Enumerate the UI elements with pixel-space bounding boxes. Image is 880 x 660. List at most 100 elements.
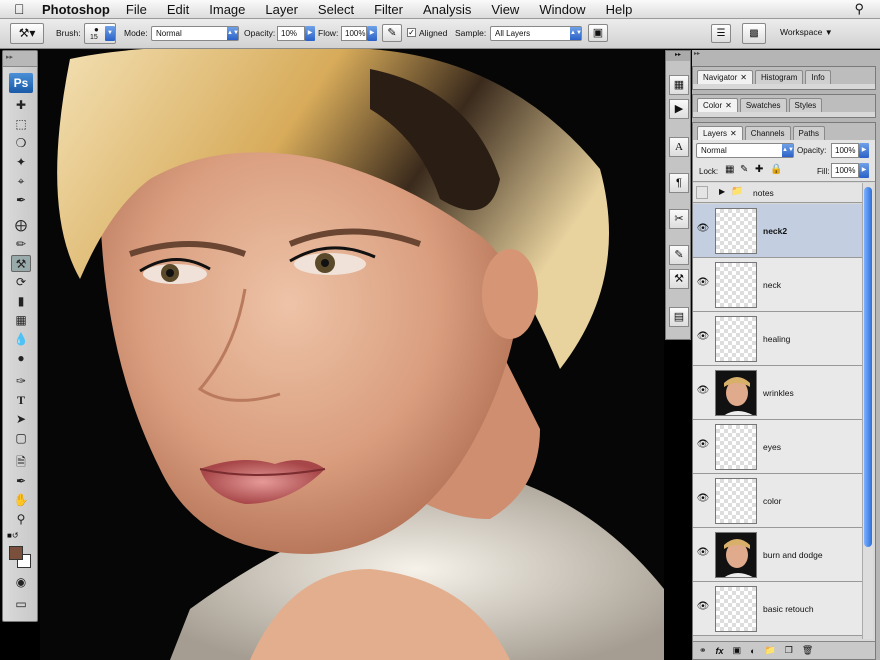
eyedropper-sampler-tool-icon[interactable]: ✒	[11, 473, 31, 490]
close-icon[interactable]: ✕	[725, 101, 732, 110]
airbrush-toggle-icon[interactable]: ✎	[382, 24, 402, 42]
eye-icon[interactable]: 👁	[696, 277, 710, 291]
menu-window[interactable]: Window	[539, 2, 585, 17]
layer-row-eyes[interactable]: 👁 eyes	[693, 420, 863, 474]
tab-navigator[interactable]: Navigator ✕	[697, 70, 753, 84]
menu-analysis[interactable]: Analysis	[423, 2, 471, 17]
tab-histogram[interactable]: Histogram	[754, 70, 804, 84]
lock-transparent-icon[interactable]: ▦	[725, 164, 734, 175]
sample-select[interactable]: All Layers ▲▼	[490, 26, 582, 41]
fill-arrow[interactable]: ▶	[859, 163, 869, 178]
opacity-input[interactable]: 10%	[277, 26, 305, 41]
eye-icon[interactable]: 👁	[696, 547, 710, 561]
layer-mask-icon[interactable]: ▣	[733, 645, 742, 656]
new-group-icon[interactable]: 📁	[765, 645, 776, 656]
layer-row-healing[interactable]: 👁 healing	[693, 312, 863, 366]
adjustment-layer-icon[interactable]: ◐	[750, 646, 755, 656]
menu-help[interactable]: Help	[606, 2, 633, 17]
dock-grip[interactable]: ▸▸	[666, 51, 690, 61]
brush-tool-icon[interactable]: ✏	[11, 236, 31, 253]
character-panel-icon[interactable]: A	[669, 137, 689, 157]
lock-position-icon[interactable]: ✚	[755, 164, 763, 175]
path-selection-tool-icon[interactable]: ➤	[11, 411, 31, 428]
pen-tool-icon[interactable]: ✑	[11, 373, 31, 390]
marquee-tool-icon[interactable]: ⬚	[11, 116, 31, 133]
eye-icon[interactable]: 👁	[696, 385, 710, 399]
tab-paths[interactable]: Paths	[792, 126, 825, 140]
layer-comps-icon[interactable]: ▤	[669, 307, 689, 327]
layer-row-basic-retouch[interactable]: 👁 basic retouch	[693, 582, 863, 636]
default-colors-icon[interactable]: ■↺	[7, 531, 19, 540]
lock-all-icon[interactable]: 🔒	[770, 164, 782, 175]
aligned-checkbox[interactable]: ✓	[407, 28, 416, 37]
tab-layers[interactable]: Layers ✕	[697, 126, 743, 140]
visibility-toggle[interactable]	[696, 186, 708, 199]
notes-tool-icon[interactable]: 🗎	[11, 454, 31, 471]
paragraph-panel-icon[interactable]: ¶	[669, 173, 689, 193]
hand-tool-icon[interactable]: ✋	[11, 492, 31, 509]
ignore-adjustment-layers-icon[interactable]: ▣	[588, 24, 608, 42]
actions-panel-icon[interactable]: ▶	[669, 99, 689, 119]
workspace-button[interactable]: Workspace ▼	[780, 27, 833, 37]
tool-presets-icon[interactable]: ✂	[669, 209, 689, 229]
history-brush-tool-icon[interactable]: ⟳	[11, 274, 31, 291]
menu-layer[interactable]: Layer	[265, 2, 298, 17]
history-panel-icon[interactable]: ▦	[669, 75, 689, 95]
menu-file[interactable]: File	[126, 2, 147, 17]
eye-icon[interactable]: 👁	[696, 223, 710, 237]
menu-image[interactable]: Image	[209, 2, 245, 17]
eye-icon[interactable]: 👁	[696, 601, 710, 615]
menu-filter[interactable]: Filter	[374, 2, 403, 17]
eye-icon[interactable]: 👁	[696, 439, 710, 453]
flow-input[interactable]: 100%	[341, 26, 367, 41]
scrollbar-thumb[interactable]	[864, 187, 872, 547]
dodge-tool-icon[interactable]: ●	[11, 350, 31, 367]
opacity-slider-arrow[interactable]: ▶	[305, 26, 315, 41]
clone-source-panel-icon[interactable]: ⚒	[669, 269, 689, 289]
layer-opacity-input[interactable]: 100%	[831, 143, 859, 158]
close-icon[interactable]: ✕	[740, 73, 747, 82]
ps-logo[interactable]: Ps	[9, 73, 33, 93]
menu-select[interactable]: Select	[318, 2, 354, 17]
layer-group-row[interactable]: ▶ 📁 notes	[693, 183, 863, 203]
zoom-tool-icon[interactable]: ⚲	[11, 511, 31, 528]
menu-view[interactable]: View	[491, 2, 519, 17]
quick-mask-icon[interactable]: ◉	[11, 574, 31, 591]
magic-wand-tool-icon[interactable]: ✦	[11, 154, 31, 171]
layer-row-color[interactable]: 👁 color	[693, 474, 863, 528]
move-tool-icon[interactable]: ✚	[11, 97, 31, 114]
eye-icon[interactable]: 👁	[696, 331, 710, 345]
fill-input[interactable]: 100%	[831, 163, 859, 178]
panels-grip[interactable]: ▸▸	[692, 50, 880, 60]
apple-icon[interactable]: 	[14, 1, 32, 17]
tool-preset-picker[interactable]: ⚒▾	[10, 23, 44, 44]
eyedropper-tool-icon[interactable]: ✒	[11, 192, 31, 209]
foreground-color-swatch[interactable]	[9, 546, 23, 560]
menu-edit[interactable]: Edit	[167, 2, 189, 17]
tab-swatches[interactable]: Swatches	[739, 98, 787, 112]
spotlight-search-icon[interactable]: ⚲	[854, 1, 864, 17]
lasso-tool-icon[interactable]: ❍	[11, 135, 31, 152]
crop-tool-icon[interactable]: ⌖	[11, 173, 31, 190]
flow-slider-arrow[interactable]: ▶	[367, 26, 377, 41]
disclosure-triangle-icon[interactable]: ▶	[719, 187, 725, 196]
new-layer-icon[interactable]: ❐	[785, 645, 793, 656]
document-canvas[interactable]	[40, 49, 664, 660]
layer-style-icon[interactable]: fx	[716, 646, 724, 656]
tab-color[interactable]: Color ✕	[697, 98, 738, 112]
gradient-tool-icon[interactable]: ▦	[11, 312, 31, 329]
blend-mode-select[interactable]: Normal ▲▼	[696, 143, 794, 158]
brushes-panel-icon[interactable]: ✎	[669, 245, 689, 265]
layer-row-burn-and-dodge[interactable]: 👁 burn and dodge	[693, 528, 863, 582]
type-tool-icon[interactable]: T	[11, 392, 31, 409]
eraser-tool-icon[interactable]: ▮	[11, 293, 31, 310]
delete-layer-icon[interactable]: 🗑	[802, 645, 813, 656]
layer-opacity-arrow[interactable]: ▶	[859, 143, 869, 158]
mode-select[interactable]: Normal ▲▼	[151, 26, 239, 41]
layer-row-neck[interactable]: 👁 neck	[693, 258, 863, 312]
shape-tool-icon[interactable]: ▢	[11, 430, 31, 447]
eye-icon[interactable]: 👁	[696, 493, 710, 507]
bridge-icon[interactable]: ▩	[742, 23, 766, 44]
app-menu[interactable]: Photoshop	[42, 2, 110, 17]
link-layers-icon[interactable]: ⚭	[699, 645, 707, 656]
